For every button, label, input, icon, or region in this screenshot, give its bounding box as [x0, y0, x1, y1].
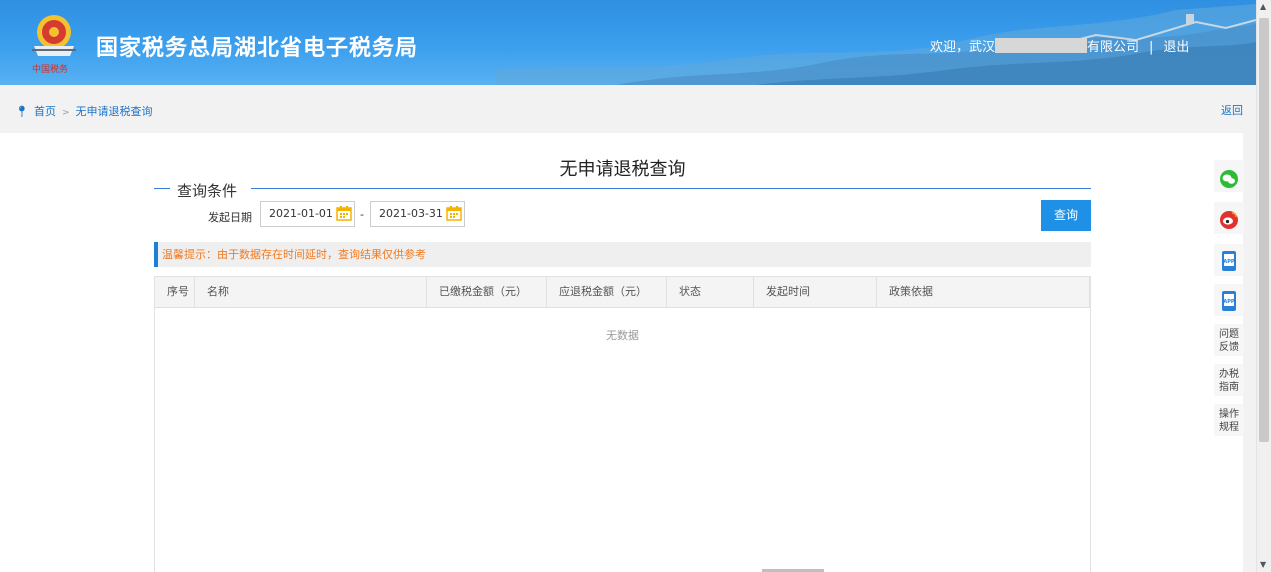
operation-rules-button[interactable]: 操作 规程	[1214, 404, 1244, 436]
column-header-start-time: 发起时间	[754, 277, 877, 307]
app-download-button[interactable]: APP	[1214, 244, 1244, 276]
breadcrumb-home-link[interactable]: 首页	[34, 105, 56, 118]
table-header: 序号 名称 已缴税金额（元） 应退税金额（元） 状态 发起时间 政策依据	[155, 277, 1090, 308]
empty-table-message: 无数据	[606, 329, 639, 342]
weibo-button[interactable]	[1214, 202, 1244, 234]
breadcrumb-arrow: >	[61, 108, 70, 118]
fieldset-line-right	[251, 188, 1091, 189]
back-link[interactable]: 返回	[1221, 102, 1243, 118]
company-suffix: 有限公司	[1087, 40, 1140, 55]
user-area: 欢迎，武汉 有限公司 | 退出	[930, 36, 1189, 55]
ops-label-1: 操作	[1219, 409, 1239, 420]
wechat-icon	[1220, 170, 1238, 188]
column-header-paid-amount: 已缴税金额（元）	[427, 277, 547, 307]
feedback-label-1: 问题	[1219, 329, 1239, 340]
calendar-icon[interactable]	[446, 206, 462, 221]
tax-emblem-icon: 中国税务	[32, 15, 76, 75]
date-range-separator: -	[360, 208, 364, 221]
guide-label-1: 办税	[1219, 369, 1239, 380]
column-header-refund-amount: 应退税金额（元）	[547, 277, 667, 307]
feedback-button[interactable]: 问题 反馈	[1214, 324, 1244, 356]
breadcrumb: 📍︎ 首页 > 无申请退税查询	[15, 103, 153, 119]
guide-label-2: 指南	[1219, 382, 1239, 393]
mobile-app-icon: APP	[1222, 251, 1236, 271]
column-header-status: 状态	[667, 277, 754, 307]
feedback-label-2: 反馈	[1219, 342, 1239, 353]
scroll-up-arrow-icon[interactable]: ▲	[1260, 2, 1266, 11]
page-title: 无申请退税查询	[559, 159, 686, 180]
query-conditions-legend: 查询条件	[177, 182, 238, 200]
scrollbar-thumb[interactable]	[1259, 18, 1269, 442]
start-date-label: 发起日期	[208, 211, 252, 224]
column-header-policy: 政策依据	[877, 277, 1090, 307]
notice-tip: 温馨提示：由于数据存在时间延时，查询结果仅供参考	[154, 242, 1091, 267]
mobile-app-icon: APP	[1222, 291, 1236, 311]
redacted-company-name	[995, 38, 1088, 53]
column-header-name: 名称	[195, 277, 427, 307]
vertical-scrollbar[interactable]: ▲ ▼	[1256, 0, 1271, 572]
location-pin-icon: 📍︎	[15, 105, 29, 118]
scroll-down-arrow-icon[interactable]: ▼	[1260, 560, 1266, 569]
query-button[interactable]: 查询	[1041, 200, 1091, 231]
calendar-icon[interactable]	[336, 206, 352, 221]
logout-link[interactable]: 退出	[1163, 40, 1189, 55]
weibo-icon	[1220, 211, 1238, 229]
app-download-button-2[interactable]: APP	[1214, 284, 1244, 316]
fieldset-line-left	[154, 188, 170, 189]
breadcrumb-bar	[0, 85, 1256, 133]
emblem-caption: 中国税务	[32, 63, 68, 75]
tax-guide-button[interactable]: 办税 指南	[1214, 364, 1244, 396]
column-header-index: 序号	[155, 277, 195, 307]
ops-label-2: 规程	[1219, 422, 1239, 433]
result-table: 序号 名称 已缴税金额（元） 应退税金额（元） 状态 发起时间 政策依据 无数据	[154, 276, 1091, 572]
app-icon-label: APP	[1223, 259, 1235, 265]
app-icon-label: APP	[1223, 299, 1235, 305]
breadcrumb-current: 无申请退税查询	[75, 105, 153, 118]
header-separator: |	[1149, 40, 1154, 55]
site-title: 国家税务总局湖北省电子税务局	[96, 36, 419, 61]
welcome-text: 欢迎，武汉	[930, 40, 996, 55]
site-header: 中国税务 国家税务总局湖北省电子税务局 欢迎，武汉 有限公司 | 退出	[0, 0, 1256, 85]
wechat-button[interactable]	[1214, 160, 1244, 192]
